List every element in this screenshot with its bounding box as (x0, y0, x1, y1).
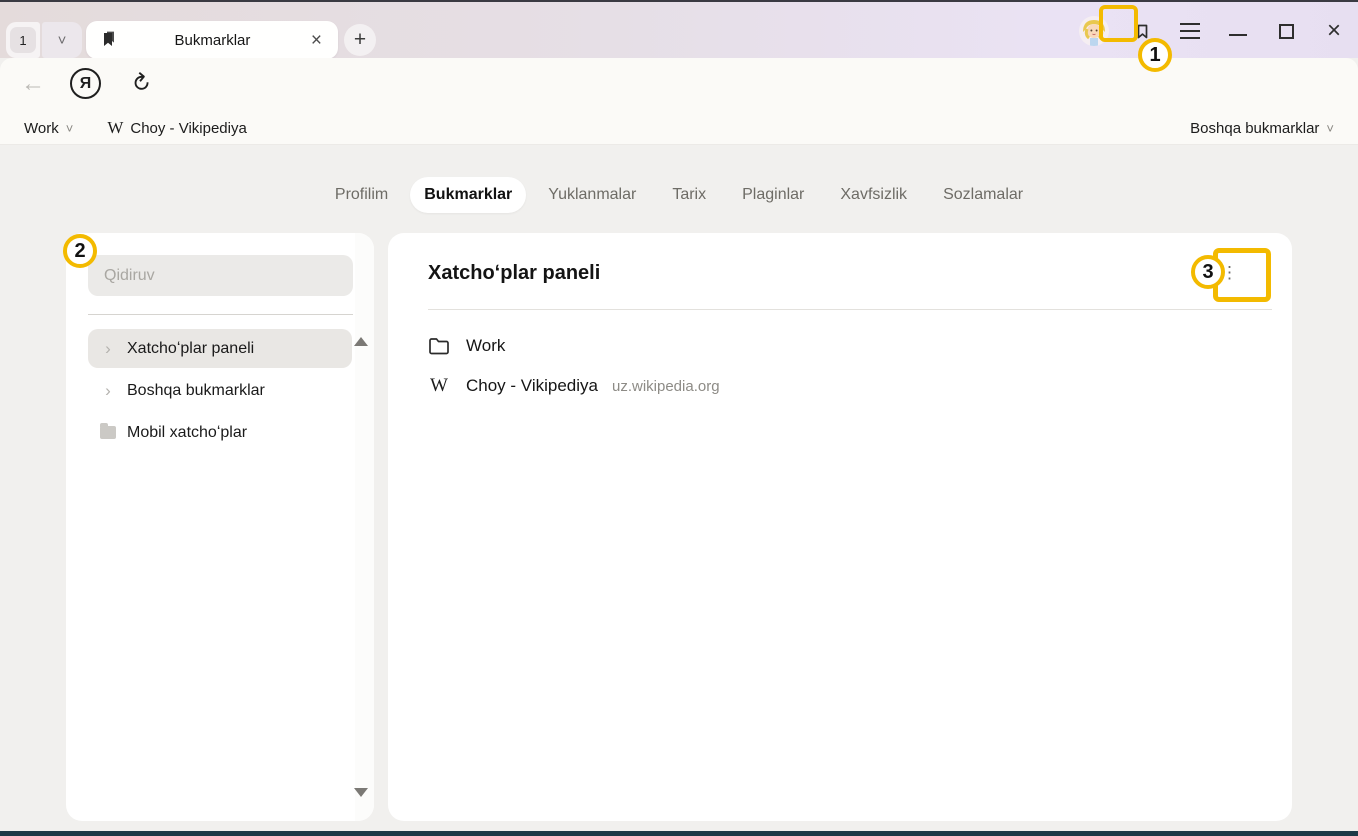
folder-icon (100, 426, 116, 439)
bookmarks-main-panel: Xatchoʻplar paneli ⋮ Work W Choy - Vikip… (388, 233, 1292, 821)
browser-menu-button[interactable] (1166, 8, 1214, 54)
tree-item-label: Mobil xatchoʻplar (127, 424, 247, 442)
plus-icon: + (354, 28, 366, 52)
hamburger-icon (1180, 18, 1200, 44)
bookmark-link-label: Choy - Vikipediya (130, 120, 246, 137)
work-folder-label: Work (24, 120, 59, 137)
back-button[interactable]: ← (16, 67, 50, 101)
maximize-icon (1279, 24, 1294, 39)
bookmarks-sidebar: › Xatchoʻplar paneli › Boshqa bukmarklar… (66, 233, 374, 821)
settings-nav-tabs: Profilim Bukmarklar Yuklanmalar Tarix Pl… (0, 177, 1358, 213)
window-minimize-button[interactable] (1214, 8, 1262, 54)
tab-xavfsizlik[interactable]: Xavfsizlik (826, 177, 921, 213)
scroll-up-arrow[interactable] (354, 337, 368, 346)
bookmarks-favicon-icon (98, 30, 118, 50)
annotation-circle-1: 1 (1138, 38, 1172, 72)
tab-yuklanmalar[interactable]: Yuklanmalar (534, 177, 650, 213)
bookmark-label: Choy - Vikipediya (466, 376, 598, 396)
active-tab[interactable]: Bukmarklar × (86, 21, 338, 59)
panel-title: Xatchoʻplar paneli (428, 262, 600, 285)
tab-close-button[interactable]: × (307, 29, 326, 52)
annotation-box-1 (1099, 5, 1138, 42)
tab-title: Bukmarklar (118, 32, 307, 49)
bookmark-url: uz.wikipedia.org (612, 378, 720, 395)
bookmarks-bar: Work ˅ W Choy - Vikipediya Boshqa bukmar… (0, 112, 1358, 145)
bookmarks-bar-folder-work[interactable]: Work ˅ (24, 120, 73, 137)
folder-icon (428, 337, 450, 355)
annotation-circle-3: 3 (1191, 255, 1225, 289)
bookmarks-page: Profilim Bukmarklar Yuklanmalar Tarix Pl… (0, 145, 1358, 836)
divider (88, 314, 353, 315)
minimize-icon (1229, 34, 1247, 36)
wikipedia-favicon: W (107, 118, 123, 138)
chevron-down-icon: ˅ (58, 32, 67, 49)
window-close-button[interactable]: × (1310, 8, 1358, 54)
tab-tarix[interactable]: Tarix (658, 177, 720, 213)
tab-group-controls: 1 ˅ (6, 22, 82, 58)
new-tab-button[interactable]: + (344, 24, 376, 56)
tab-counter-value: 1 (10, 27, 36, 53)
other-bookmarks-button[interactable]: Boshqa bukmarklar ˅ (1190, 120, 1334, 137)
window-maximize-button[interactable] (1262, 8, 1310, 54)
tree-item-boshqa-bukmarklar[interactable]: › Boshqa bukmarklar (88, 371, 352, 410)
close-icon: × (1327, 19, 1341, 43)
list-item-choy-vikipediya[interactable]: W Choy - Vikipediya uz.wikipedia.org (428, 366, 1252, 406)
bookmark-list: Work W Choy - Vikipediya uz.wikipedia.or… (428, 326, 1252, 406)
chevron-down-icon: ˅ (1326, 121, 1334, 136)
list-item-work[interactable]: Work (428, 326, 1252, 366)
tab-counter-button[interactable]: 1 (6, 22, 40, 58)
bookmarks-bar-link-choy[interactable]: W Choy - Vikipediya (107, 118, 247, 138)
chevron-down-icon: ˅ (66, 121, 74, 136)
folder-tree: › Xatchoʻplar paneli › Boshqa bukmarklar… (88, 329, 352, 452)
window-bottom-edge (0, 831, 1358, 836)
refresh-button[interactable]: ↻ (117, 59, 165, 107)
annotation-circle-2: 2 (63, 234, 97, 268)
wikipedia-favicon: W (428, 375, 450, 397)
tree-item-label: Xatchoʻplar paneli (127, 340, 254, 358)
other-bookmarks-label: Boshqa bukmarklar (1190, 120, 1319, 137)
divider (428, 309, 1272, 310)
yandex-logo: Я (80, 75, 92, 93)
refresh-icon: ↻ (125, 66, 157, 99)
scroll-down-arrow[interactable] (354, 788, 368, 797)
yandex-home-button[interactable]: Я (70, 68, 101, 99)
tree-item-mobil-xatchoplar[interactable]: Mobil xatchoʻplar (88, 413, 352, 452)
bookmark-label: Work (466, 336, 505, 356)
tab-profilim[interactable]: Profilim (321, 177, 402, 213)
tree-item-xatchoplar-paneli[interactable]: › Xatchoʻplar paneli (88, 329, 352, 368)
search-input[interactable] (88, 255, 353, 296)
chevron-right-icon: › (100, 339, 116, 359)
chevron-right-icon: › (100, 381, 116, 401)
browser-window: 1 ˅ Bukmarklar × + (0, 0, 1358, 836)
tab-list-dropdown[interactable]: ˅ (42, 22, 82, 58)
back-arrow-icon: ← (21, 70, 45, 98)
tree-item-label: Boshqa bukmarklar (127, 382, 265, 400)
tab-sozlamalar[interactable]: Sozlamalar (929, 177, 1037, 213)
sidebar-scrollbar[interactable] (355, 233, 374, 821)
tab-plaginlar[interactable]: Plaginlar (728, 177, 818, 213)
tab-bukmarklar[interactable]: Bukmarklar (410, 177, 526, 213)
